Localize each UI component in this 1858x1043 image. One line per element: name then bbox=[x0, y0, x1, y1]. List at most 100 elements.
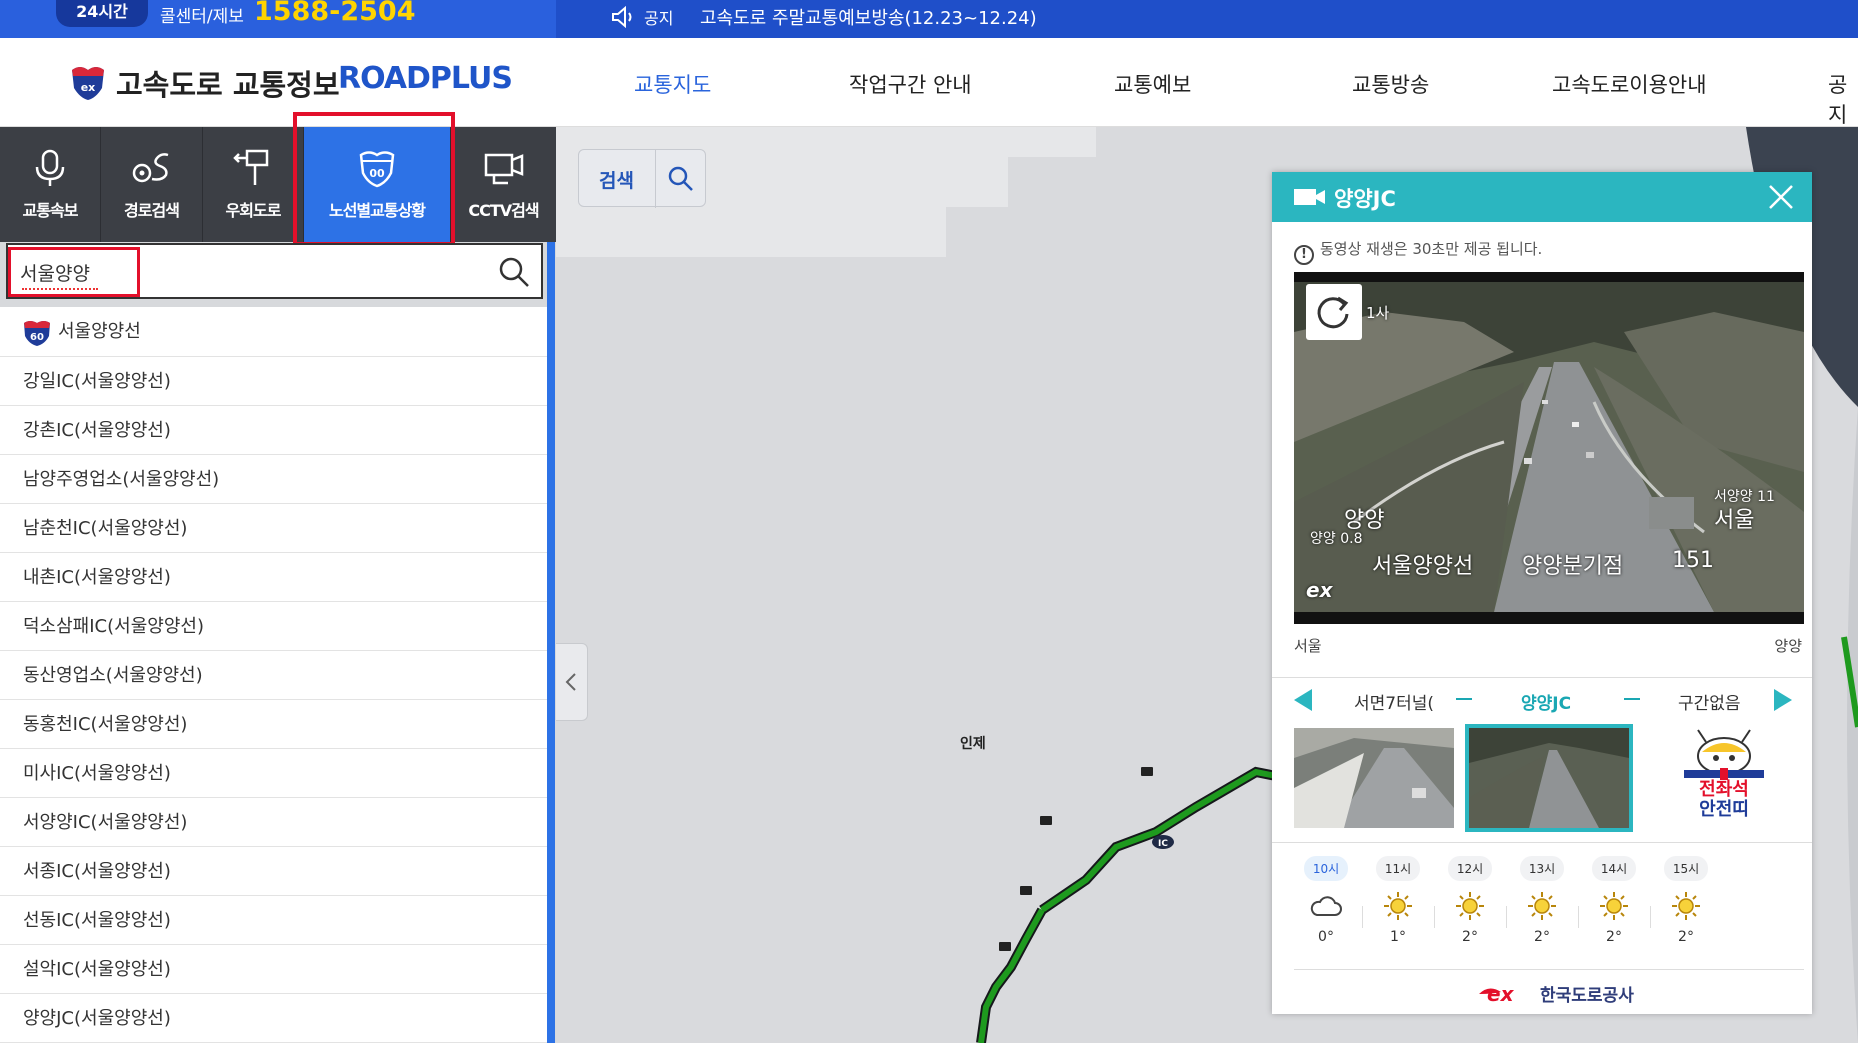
direction-left: 서울 bbox=[1294, 637, 1322, 655]
direction-right: 양양 bbox=[1774, 637, 1802, 655]
list-item[interactable]: 내촌IC(서울양양선) bbox=[0, 553, 548, 602]
route-shield-icon: 60 bbox=[24, 321, 50, 346]
ic-prev-name[interactable]: 서면7터널( bbox=[1354, 689, 1434, 714]
ic-next-name[interactable]: 구간없음 bbox=[1678, 689, 1741, 714]
notice-link[interactable]: 고속도로 주말교통예보방송(12.23~12.24) bbox=[700, 4, 1037, 30]
next-arrow-icon[interactable] bbox=[1772, 687, 1794, 713]
list-item[interactable]: 서양양IC(서울양양선) bbox=[0, 798, 548, 847]
tab-route-search[interactable]: 경로검색 bbox=[101, 127, 203, 242]
list-item[interactable]: 동산영업소(서울양양선) bbox=[0, 651, 548, 700]
weather-hour: 15시 2° bbox=[1650, 856, 1722, 945]
top-bar: 24시간 콜센터/제보 1588-2504 공지 고속도로 주말교통예보방송(1… bbox=[0, 0, 1858, 38]
place-label-inje: 인제 bbox=[960, 736, 986, 752]
list-item[interactable]: 동홍천IC(서울양양선) bbox=[0, 700, 548, 749]
logo-brand[interactable]: ROADPLUS bbox=[338, 61, 513, 96]
nav-traffic-forecast[interactable]: 교통예보 bbox=[1114, 69, 1191, 99]
search-icon[interactable] bbox=[497, 255, 531, 289]
cctv-popup: 양양JC ! 동영상 재생은 30초만 제공 됩니다. 1사 양양 양양 0.8… bbox=[1272, 172, 1812, 1014]
sun-icon bbox=[1456, 892, 1484, 920]
hours-badge: 24시간 bbox=[56, 0, 148, 27]
overlay-sign-left-sub: 양양 0.8 bbox=[1310, 531, 1363, 547]
ic-connector bbox=[1624, 698, 1640, 700]
popup-header: 양양JC bbox=[1272, 172, 1812, 222]
overlay-top-text: 1사 bbox=[1366, 304, 1390, 322]
svg-text:60: 60 bbox=[30, 332, 44, 343]
microphone-icon bbox=[35, 149, 65, 186]
tab-detour[interactable]: 우회도로 bbox=[203, 127, 304, 242]
map-search-label[interactable]: 검색 bbox=[599, 166, 634, 193]
notice-text: 동영상 재생은 30초만 제공 됩니다. bbox=[1320, 240, 1543, 258]
tab-cctv-search[interactable]: CCTV검색 bbox=[451, 127, 556, 242]
tab-label: 우회도로 bbox=[225, 201, 282, 220]
ic-connector bbox=[1456, 698, 1472, 700]
list-item[interactable]: 양양JC(서울양양선) bbox=[0, 994, 548, 1043]
list-item[interactable]: 강촌IC(서울양양선) bbox=[0, 406, 548, 455]
nav-notice[interactable]: 공지 bbox=[1828, 69, 1858, 129]
video-notice: ! 동영상 재생은 30초만 제공 됩니다. bbox=[1294, 238, 1542, 265]
weather-temp: 2° bbox=[1606, 929, 1622, 945]
list-item[interactable]: 남양주영업소(서울양양선) bbox=[0, 455, 548, 504]
cctv-thumbnail-prev[interactable] bbox=[1294, 728, 1454, 828]
tab-traffic-news[interactable]: 교통속보 bbox=[0, 127, 101, 242]
overlay-junction: 양양분기점 bbox=[1522, 554, 1624, 579]
cloud-icon bbox=[1310, 896, 1342, 916]
weather-hour: 12시 2° bbox=[1434, 856, 1506, 945]
thumbnail-image bbox=[1294, 728, 1454, 828]
sun-icon bbox=[1384, 892, 1412, 920]
overlay-km: 151 bbox=[1672, 548, 1714, 573]
seatbelt-campaign-thumbnail[interactable]: 전좌석 안전띠 bbox=[1644, 728, 1804, 828]
list-item[interactable]: 미사IC(서울양양선) bbox=[0, 749, 548, 798]
nav-traffic-map[interactable]: 교통지도 bbox=[634, 69, 711, 99]
refresh-button[interactable] bbox=[1306, 284, 1362, 340]
sun-icon bbox=[1672, 892, 1700, 920]
nav-highway-guide[interactable]: 고속도로이용안내 bbox=[1552, 69, 1707, 99]
tab-label: 교통속보 bbox=[22, 201, 79, 220]
nav-work-zone[interactable]: 작업구간 안내 bbox=[849, 69, 972, 99]
search-icon[interactable] bbox=[667, 165, 695, 193]
nav-traffic-broadcast[interactable]: 교통방송 bbox=[1352, 69, 1429, 99]
close-icon[interactable] bbox=[1768, 184, 1794, 210]
list-item[interactable]: 서종IC(서울양양선) bbox=[0, 847, 548, 896]
highlight-box-search bbox=[8, 247, 140, 297]
route-result-list: 60 서울양양선 강일IC(서울양양선) 강촌IC(서울양양선) 남양주영업소(… bbox=[0, 307, 548, 1043]
weather-temp: 2° bbox=[1678, 929, 1694, 945]
list-item[interactable]: 남춘천IC(서울양양선) bbox=[0, 504, 548, 553]
list-item[interactable]: 강일IC(서울양양선) bbox=[0, 357, 548, 406]
route-header-item[interactable]: 60 서울양양선 bbox=[0, 307, 548, 357]
list-item[interactable]: 덕소삼패IC(서울양양선) bbox=[0, 602, 548, 651]
divider bbox=[1294, 969, 1804, 970]
weather-temp: 2° bbox=[1462, 929, 1478, 945]
list-item[interactable]: 설악IC(서울양양선) bbox=[0, 945, 548, 994]
site-header: ex 고속도로 교통정보 ROADPLUS 교통지도 작업구간 안내 교통예보 … bbox=[0, 38, 1858, 127]
sun-icon bbox=[1600, 892, 1628, 920]
highlight-box-tab bbox=[293, 112, 455, 246]
list-item[interactable]: 선동IC(서울양양선) bbox=[0, 896, 548, 945]
seatbelt-text-line2: 안전띠 bbox=[1699, 799, 1749, 820]
overlay-route-name: 서울양양선 bbox=[1372, 554, 1474, 579]
logo-text[interactable]: 고속도로 교통정보 bbox=[116, 62, 340, 104]
ic-current-name: 양양JC bbox=[1521, 694, 1572, 714]
weather-time: 10시 bbox=[1303, 856, 1349, 881]
route-pin-icon bbox=[132, 153, 168, 183]
weather-time: 11시 bbox=[1375, 856, 1421, 881]
divider bbox=[655, 150, 656, 208]
side-tabs: 교통속보 경로검색 우회도로 00 노선별교통상황 CCTV검색 bbox=[0, 127, 556, 242]
ex-shield-logo-icon[interactable]: ex bbox=[68, 62, 108, 102]
cctv-camera-icon bbox=[484, 153, 523, 185]
speaker-icon bbox=[612, 6, 632, 28]
list-scrollbar[interactable] bbox=[547, 242, 555, 1043]
panel-collapse-button[interactable] bbox=[556, 643, 588, 721]
sun-icon bbox=[1528, 892, 1556, 920]
route-name: 서울양양선 bbox=[58, 321, 141, 342]
divider bbox=[1272, 677, 1812, 678]
prev-arrow-icon[interactable] bbox=[1292, 687, 1314, 713]
divider bbox=[1272, 842, 1812, 843]
callcenter-number[interactable]: 1588-2504 bbox=[254, 0, 416, 27]
svg-text:IC: IC bbox=[1158, 839, 1168, 849]
detour-sign-icon bbox=[233, 149, 269, 185]
tab-label: CCTV검색 bbox=[468, 201, 539, 220]
cctv-video[interactable]: 1사 양양 양양 0.8 서양양 11 서울 서울양양선 양양분기점 151 e… bbox=[1294, 272, 1804, 624]
cctv-thumbnail-current[interactable] bbox=[1465, 724, 1633, 832]
popup-title: 양양JC bbox=[1334, 187, 1396, 211]
map-search-control[interactable]: 검색 bbox=[578, 149, 706, 208]
